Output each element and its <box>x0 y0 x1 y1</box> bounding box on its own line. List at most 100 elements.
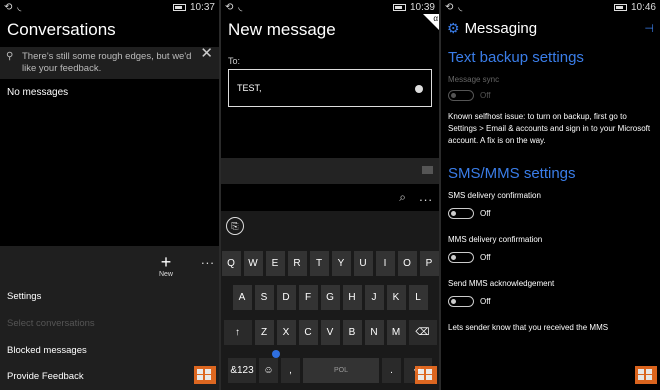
keyboard-row-3: ↑ Z X C V B N M ⌫ <box>221 320 439 345</box>
close-icon[interactable]: ✕ <box>200 46 213 61</box>
watermark-logo <box>635 366 657 384</box>
plus-icon: + <box>160 252 172 272</box>
message-sync-toggle-row: Off <box>441 90 660 101</box>
new-button-label: New <box>158 271 173 278</box>
shift-key[interactable]: ↑ <box>223 320 252 345</box>
key-n[interactable]: N <box>364 320 384 345</box>
keyboard-row-4: &123 ☺ , POL . ↵ <box>221 358 439 383</box>
wifi-icon: ◟ <box>17 1 22 13</box>
message-sync-toggle[interactable] <box>448 90 474 101</box>
keyboard-row-2: ASDFGHJKL <box>221 285 439 310</box>
info-text: There's still some rough edges, but we'd… <box>22 51 192 74</box>
key-t[interactable]: T <box>309 251 329 276</box>
status-time: 10:37 <box>189 1 215 13</box>
key-h[interactable]: H <box>342 285 362 310</box>
mms-delivery-toggle-row: Off <box>441 252 660 263</box>
attach-icon[interactable]: ⌕ <box>399 190 406 205</box>
status-bar: ⟲ ◟ 10:46 <box>441 0 660 14</box>
text-backup-heading: Text backup settings <box>448 49 584 66</box>
key-i[interactable]: I <box>375 251 395 276</box>
emoji-key[interactable]: ☺ <box>259 358 278 383</box>
sms-mms-heading: SMS/MMS settings <box>448 165 576 182</box>
key-p[interactable]: P <box>419 251 439 276</box>
key-v[interactable]: V <box>320 320 340 345</box>
alpha-badge: α <box>423 14 439 30</box>
feedback-info-bar: ⚲ There's still some rough edges, but we… <box>0 46 219 79</box>
status-time: 10:39 <box>409 1 435 13</box>
mms-ack-toggle[interactable] <box>448 296 474 307</box>
clipboard-icon[interactable]: ⎘ <box>226 217 244 235</box>
toggle-state: Off <box>480 297 491 306</box>
key-a[interactable]: A <box>232 285 252 310</box>
space-key[interactable]: POL <box>303 358 379 383</box>
key-z[interactable]: Z <box>254 320 274 345</box>
empty-state-text: No messages <box>7 87 69 98</box>
toggle-state: Off <box>480 91 491 100</box>
key-r[interactable]: R <box>287 251 307 276</box>
key-m[interactable]: M <box>386 320 406 345</box>
key-q[interactable]: Q <box>221 251 241 276</box>
key-f[interactable]: F <box>298 285 318 310</box>
key-b[interactable]: B <box>342 320 362 345</box>
mms-ack-toggle-row: Off <box>441 296 660 307</box>
key-w[interactable]: W <box>243 251 263 276</box>
period-key[interactable]: . <box>382 358 401 383</box>
key-s[interactable]: S <box>254 285 274 310</box>
recipient-input[interactable]: TEST, <box>228 69 432 107</box>
person-icon: ⚲ <box>6 51 14 62</box>
watermark-logo <box>194 366 216 384</box>
key-c[interactable]: C <box>298 320 318 345</box>
page-title: Conversations <box>7 20 116 39</box>
page-title: Messaging <box>464 20 538 37</box>
status-bar: ⟲ ◟ 10:37 <box>0 0 219 14</box>
key-e[interactable]: E <box>265 251 285 276</box>
backspace-key[interactable]: ⌫ <box>408 320 437 345</box>
message-sync-label: Message sync <box>448 75 500 84</box>
chat-bubble-icon <box>422 166 433 174</box>
toggle-state: Off <box>480 253 491 262</box>
key-o[interactable]: O <box>397 251 417 276</box>
gear-icon: ⚙ <box>447 20 460 36</box>
more-button[interactable]: ... <box>419 189 433 204</box>
battery-icon <box>613 3 627 11</box>
conversations-panel: ⟲ ◟ 10:37 Conversations ⚲ There's still s… <box>0 0 219 390</box>
key-u[interactable]: U <box>353 251 373 276</box>
new-message-panel: ⟲ ◟ 10:39 α New message To: TEST, ⌕ ... ⎘… <box>221 0 439 390</box>
keyboard: ⎘ QWERTYUIOP ASDFGHJKL ↑ Z X C V B N M ⌫ &123 ☺ … <box>221 211 439 390</box>
key-123[interactable]: &123 <box>228 358 256 383</box>
menu-item-select-conversations[interactable]: Select conversations <box>7 318 95 329</box>
sync-icon: ⟲ <box>445 1 454 13</box>
sms-delivery-toggle[interactable] <box>448 208 474 219</box>
mms-ack-description: Lets sender know that you received the M… <box>448 323 609 332</box>
keyboard-row-1: QWERTYUIOP <box>221 251 439 276</box>
key-g[interactable]: G <box>320 285 340 310</box>
mms-ack-label: Send MMS acknowledgement <box>448 279 555 288</box>
menu-item-provide-feedback[interactable]: Provide Feedback <box>7 371 84 382</box>
pin-icon[interactable]: ⊣ <box>644 22 654 35</box>
wifi-icon: ◟ <box>238 1 243 13</box>
key-k[interactable]: K <box>386 285 406 310</box>
cursor-dot[interactable] <box>272 350 280 358</box>
status-time: 10:46 <box>630 1 656 13</box>
sms-delivery-toggle-row: Off <box>441 208 660 219</box>
battery-icon <box>392 3 406 11</box>
message-input[interactable] <box>221 158 439 184</box>
more-button[interactable]: ... <box>201 252 215 267</box>
sms-delivery-label: SMS delivery confirmation <box>448 191 541 200</box>
page-title: New message <box>228 20 336 39</box>
comma-key[interactable]: , <box>281 358 300 383</box>
mms-delivery-toggle[interactable] <box>448 252 474 263</box>
status-bar: ⟲ ◟ 10:39 <box>221 0 439 14</box>
sync-icon: ⟲ <box>225 1 234 13</box>
key-l[interactable]: L <box>408 285 428 310</box>
toggle-state: Off <box>480 209 491 218</box>
menu-item-settings[interactable]: Settings <box>7 291 41 302</box>
key-j[interactable]: J <box>364 285 384 310</box>
key-y[interactable]: Y <box>331 251 351 276</box>
menu-item-blocked-messages[interactable]: Blocked messages <box>7 345 87 356</box>
key-x[interactable]: X <box>276 320 296 345</box>
key-d[interactable]: D <box>276 285 296 310</box>
page-header: ⚙ Messaging ⊣ <box>441 14 660 43</box>
new-button[interactable]: + New <box>157 253 175 278</box>
add-contact-icon[interactable] <box>415 85 423 93</box>
